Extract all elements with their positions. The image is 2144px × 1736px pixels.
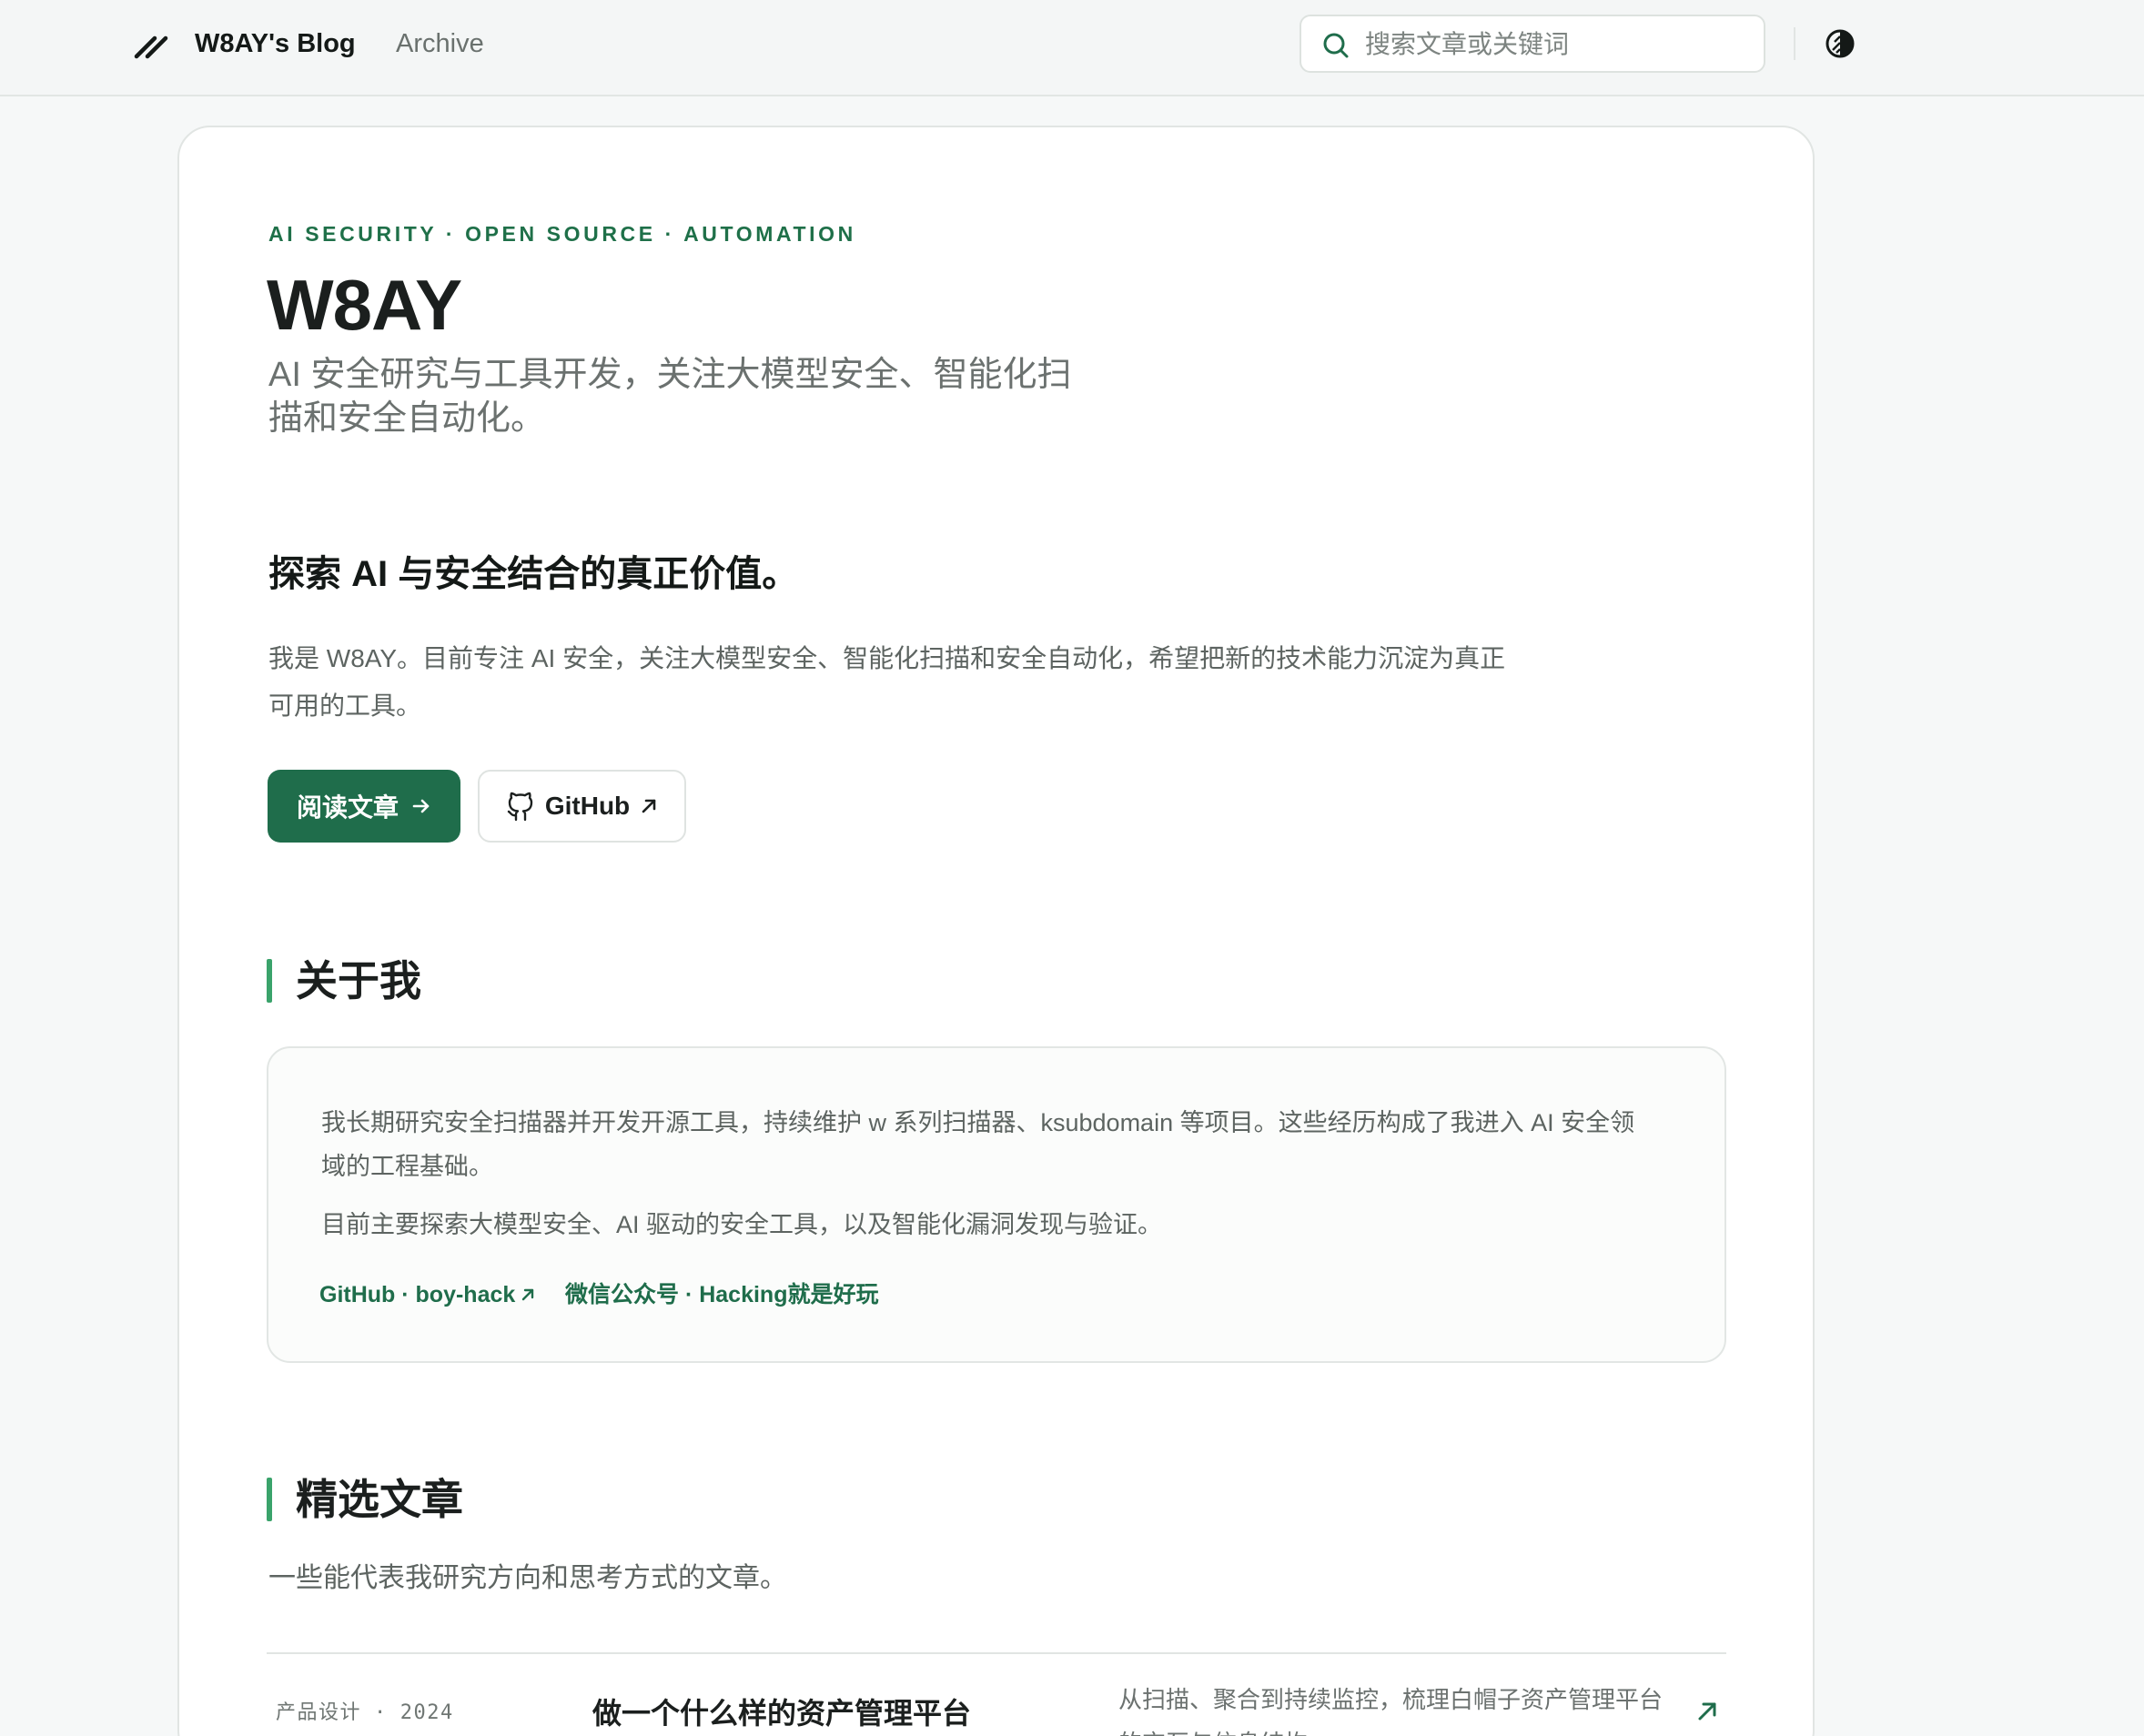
about-title: 关于我 bbox=[296, 957, 421, 1004]
brand-link[interactable]: W8AY's Blog bbox=[195, 25, 356, 62]
search-box[interactable] bbox=[1300, 15, 1765, 73]
main-card: AI SECURITY · OPEN SOURCE · AUTOMATION W… bbox=[177, 126, 1815, 1736]
featured-accent-bar bbox=[267, 1478, 272, 1521]
read-articles-label: 阅读文章 bbox=[296, 793, 399, 822]
hero-subtitle: AI 安全研究与工具开发，关注大模型安全、智能化扫描和安全自动化。 bbox=[268, 356, 1072, 438]
github-profile-link[interactable]: GitHub · boy-hack bbox=[319, 1279, 535, 1310]
about-paragraph-2: 目前主要探索大模型安全、AI 驱动的安全工具，以及智能化漏洞发现与验证。 bbox=[321, 1211, 1163, 1238]
nav-divider bbox=[1794, 27, 1795, 60]
article-meta: 产品设计 · 2024 bbox=[276, 1701, 454, 1724]
external-arrow-icon bbox=[642, 799, 656, 813]
article-summary: 从扫描、聚合到持续监控，梳理白帽子资产管理平台的交互与信息结构。 bbox=[1118, 1686, 1664, 1736]
hero-title: W8AY bbox=[267, 265, 462, 345]
arrow-right-icon bbox=[412, 799, 430, 813]
article-title[interactable]: 做一个什么样的资产管理平台 bbox=[592, 1692, 971, 1734]
featured-title: 精选文章 bbox=[296, 1476, 463, 1523]
external-arrow-icon bbox=[1698, 1702, 1716, 1721]
nav-archive-link[interactable]: Archive bbox=[396, 25, 484, 62]
article-row[interactable]: 产品设计 · 2024 做一个什么样的资产管理平台 从扫描、聚合到持续监控，梳理白帽… bbox=[267, 1654, 1726, 1736]
featured-description: 一些能代表我研究方向和思考方式的文章。 bbox=[268, 1563, 787, 1593]
theme-toggle-icon[interactable] bbox=[1824, 27, 1856, 60]
double-slash-logo-icon[interactable] bbox=[133, 27, 169, 60]
github-button-label: GitHub bbox=[544, 792, 631, 820]
hero-eyebrow: AI SECURITY · OPEN SOURCE · AUTOMATION bbox=[268, 222, 856, 246]
read-articles-button[interactable]: 阅读文章 bbox=[268, 770, 460, 843]
value-heading: 探索 AI 与安全结合的真正价值。 bbox=[268, 554, 799, 594]
about-accent-bar bbox=[267, 959, 272, 1003]
about-paragraph-1: 我长期研究安全扫描器并开发开源工具，持续维护 w 系列扫描器、ksubdomai… bbox=[321, 1109, 1635, 1180]
wechat-account-link[interactable]: 微信公众号 · Hacking就是好玩 bbox=[565, 1279, 878, 1310]
search-input[interactable] bbox=[1365, 25, 1747, 64]
github-icon bbox=[507, 792, 533, 822]
external-arrow-icon bbox=[522, 1288, 534, 1301]
article-category: 产品设计 bbox=[276, 1701, 362, 1724]
article-year: 2024 bbox=[399, 1701, 454, 1724]
wechat-account-label: 微信公众号 · Hacking就是好玩 bbox=[565, 1282, 879, 1307]
top-navbar: W8AY's Blog Archive bbox=[0, 0, 2144, 96]
about-box: 我长期研究安全扫描器并开发开源工具，持续维护 w 系列扫描器、ksubdomai… bbox=[267, 1046, 1726, 1363]
github-profile-label: GitHub · boy-hack bbox=[319, 1282, 516, 1307]
search-icon bbox=[1323, 33, 1349, 58]
intro-paragraph: 我是 W8AY。目前专注 AI 安全，关注大模型安全、智能化扫描和安全自动化，希… bbox=[268, 644, 1506, 720]
github-button[interactable]: GitHub bbox=[478, 770, 686, 843]
